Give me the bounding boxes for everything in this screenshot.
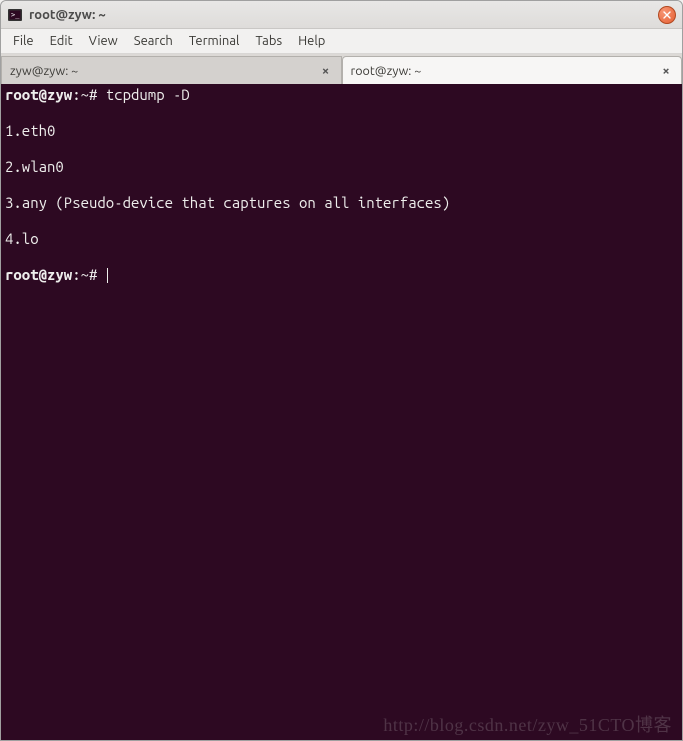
menu-search[interactable]: Search [126,31,181,51]
tab-label: zyw@zyw: ~ [10,64,319,78]
app-icon: >_ [7,7,23,23]
titlebar[interactable]: >_ root@zyw: ~ [1,1,682,29]
prompt-user: root@zyw [5,266,72,283]
tabbar: zyw@zyw: ~ × root@zyw: ~ × [1,54,682,84]
svg-text:>_: >_ [11,11,20,19]
tab-close-icon[interactable]: × [319,64,333,78]
menu-help[interactable]: Help [290,31,333,51]
menu-terminal[interactable]: Terminal [181,31,248,51]
menu-view[interactable]: View [81,31,126,51]
menubar: File Edit View Search Terminal Tabs Help [1,29,682,54]
window-title: root@zyw: ~ [29,8,658,22]
command-text [97,266,105,283]
prompt-path: :~# [72,266,97,283]
output-line: 4.lo [5,230,678,248]
prompt-path: :~# [72,86,97,103]
tab-root[interactable]: root@zyw: ~ × [342,56,683,84]
menu-file[interactable]: File [5,31,42,51]
menu-tabs[interactable]: Tabs [247,31,290,51]
menu-edit[interactable]: Edit [42,31,81,51]
window-close-button[interactable] [658,6,676,24]
terminal-window: >_ root@zyw: ~ File Edit View Search Ter… [0,0,683,741]
output-line: 3.any (Pseudo-device that captures on al… [5,194,678,212]
command-text: tcpdump -D [97,86,189,103]
prompt-user: root@zyw [5,86,72,103]
watermark: http://blog.csdn.net/zyw_51CTO博客 [383,716,672,734]
tab-label: root@zyw: ~ [351,64,660,78]
cursor [107,268,108,283]
output-line: 2.wlan0 [5,158,678,176]
tab-zyw[interactable]: zyw@zyw: ~ × [1,56,342,84]
tab-close-icon[interactable]: × [659,64,673,78]
terminal-area[interactable]: root@zyw:~# tcpdump -D 1.eth0 2.wlan0 3.… [1,84,682,740]
output-line: 1.eth0 [5,122,678,140]
